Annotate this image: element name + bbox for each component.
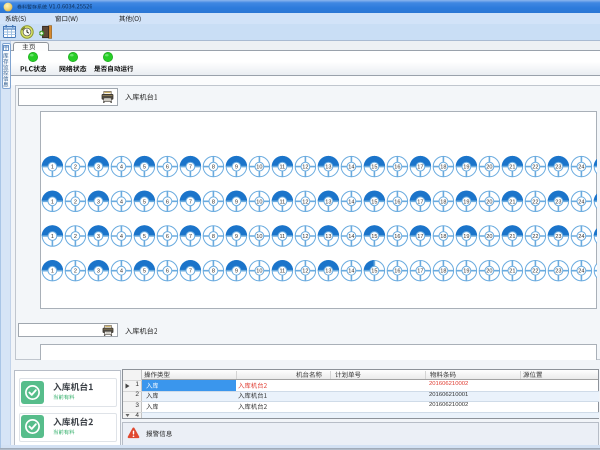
svg-text:20: 20	[486, 234, 492, 240]
svg-text:5: 5	[143, 269, 146, 275]
svg-text:17: 17	[417, 269, 423, 275]
svg-text:21: 21	[509, 199, 515, 205]
svg-text:9: 9	[235, 165, 238, 171]
svg-text:10: 10	[256, 199, 262, 205]
svg-text:13: 13	[325, 199, 331, 205]
svg-text:17: 17	[417, 199, 423, 205]
svg-text:10: 10	[256, 234, 262, 240]
svg-text:16: 16	[394, 165, 400, 171]
svg-text:15: 15	[371, 269, 377, 275]
svg-text:6: 6	[166, 199, 169, 205]
svg-text:13: 13	[325, 165, 331, 171]
svg-text:23: 23	[555, 165, 561, 171]
svg-text:1: 1	[51, 199, 54, 205]
svg-text:23: 23	[555, 269, 561, 275]
svg-text:13: 13	[325, 269, 331, 275]
svg-text:16: 16	[394, 269, 400, 275]
svg-text:22: 22	[532, 165, 538, 171]
svg-text:22: 22	[532, 269, 538, 275]
svg-text:22: 22	[532, 199, 538, 205]
svg-text:7: 7	[189, 165, 192, 171]
svg-text:10: 10	[256, 165, 262, 171]
svg-text:16: 16	[394, 234, 400, 240]
svg-text:17: 17	[417, 165, 423, 171]
svg-text:1: 1	[51, 234, 54, 240]
svg-text:14: 14	[348, 165, 354, 171]
svg-text:22: 22	[532, 234, 538, 240]
svg-text:9: 9	[235, 234, 238, 240]
svg-text:7: 7	[189, 199, 192, 205]
svg-text:2: 2	[74, 269, 77, 275]
svg-text:24: 24	[578, 234, 584, 240]
svg-text:8: 8	[212, 165, 215, 171]
svg-text:7: 7	[189, 269, 192, 275]
svg-text:11: 11	[279, 165, 285, 171]
svg-text:23: 23	[555, 199, 561, 205]
svg-text:20: 20	[486, 269, 492, 275]
svg-text:6: 6	[166, 165, 169, 171]
svg-text:24: 24	[578, 269, 584, 275]
svg-text:6: 6	[166, 269, 169, 275]
svg-text:11: 11	[279, 199, 285, 205]
svg-text:11: 11	[279, 234, 285, 240]
svg-text:4: 4	[120, 269, 123, 275]
svg-text:15: 15	[371, 234, 377, 240]
svg-text:12: 12	[302, 199, 308, 205]
svg-text:19: 19	[463, 269, 469, 275]
svg-text:1: 1	[51, 269, 54, 275]
svg-text:20: 20	[486, 199, 492, 205]
svg-text:2: 2	[74, 199, 77, 205]
svg-text:12: 12	[302, 234, 308, 240]
svg-text:13: 13	[325, 234, 331, 240]
svg-text:23: 23	[555, 234, 561, 240]
svg-text:8: 8	[212, 199, 215, 205]
svg-text:18: 18	[440, 269, 446, 275]
svg-text:9: 9	[235, 269, 238, 275]
svg-text:14: 14	[348, 234, 354, 240]
svg-text:3: 3	[97, 199, 100, 205]
svg-text:6: 6	[166, 234, 169, 240]
svg-text:12: 12	[302, 165, 308, 171]
svg-text:19: 19	[463, 165, 469, 171]
svg-text:19: 19	[463, 234, 469, 240]
svg-text:5: 5	[143, 199, 146, 205]
svg-text:19: 19	[463, 199, 469, 205]
svg-text:12: 12	[302, 269, 308, 275]
svg-text:4: 4	[120, 165, 123, 171]
svg-text:14: 14	[348, 199, 354, 205]
svg-text:4: 4	[120, 199, 123, 205]
svg-text:21: 21	[509, 234, 515, 240]
svg-text:21: 21	[509, 165, 515, 171]
svg-text:2: 2	[74, 234, 77, 240]
svg-text:4: 4	[120, 234, 123, 240]
svg-text:8: 8	[212, 269, 215, 275]
svg-text:2: 2	[74, 165, 77, 171]
svg-text:18: 18	[440, 234, 446, 240]
svg-text:18: 18	[440, 199, 446, 205]
svg-text:5: 5	[143, 234, 146, 240]
svg-text:24: 24	[578, 165, 584, 171]
svg-text:24: 24	[578, 199, 584, 205]
svg-text:3: 3	[97, 234, 100, 240]
svg-text:15: 15	[371, 199, 377, 205]
svg-text:16: 16	[394, 199, 400, 205]
svg-text:11: 11	[279, 269, 285, 275]
svg-text:3: 3	[97, 165, 100, 171]
svg-text:17: 17	[417, 234, 423, 240]
svg-text:9: 9	[235, 199, 238, 205]
svg-text:10: 10	[256, 269, 262, 275]
svg-text:3: 3	[97, 269, 100, 275]
svg-text:15: 15	[371, 165, 377, 171]
svg-text:18: 18	[440, 165, 446, 171]
svg-text:14: 14	[348, 269, 354, 275]
svg-text:20: 20	[486, 165, 492, 171]
svg-text:21: 21	[509, 269, 515, 275]
svg-text:8: 8	[212, 234, 215, 240]
svg-text:7: 7	[189, 234, 192, 240]
svg-text:5: 5	[143, 165, 146, 171]
svg-text:1: 1	[51, 165, 54, 171]
